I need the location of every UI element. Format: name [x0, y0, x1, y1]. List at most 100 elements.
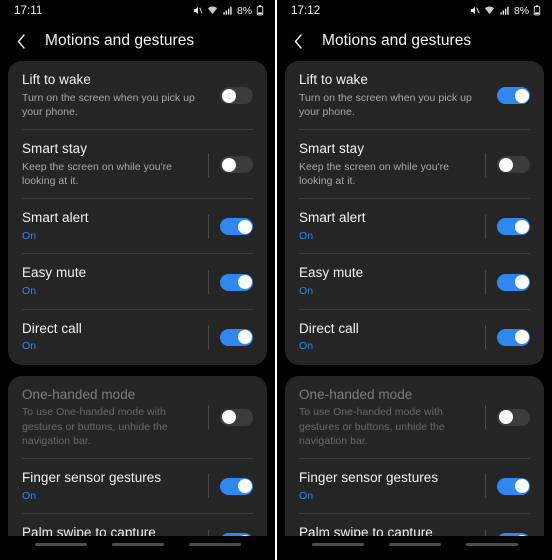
- phone-screen-1: 17:11 8% Motions and gestures Lift to wake T…: [0, 0, 275, 560]
- toggle-switch[interactable]: [497, 273, 530, 291]
- settings-row[interactable]: Direct call On: [285, 310, 544, 365]
- toggle-switch[interactable]: [220, 273, 253, 291]
- settings-row[interactable]: Smart stay Keep the screen on while you'r…: [285, 130, 544, 200]
- toggle-knob: [237, 479, 252, 494]
- row-text-block: Smart stay Keep the screen on while you'r…: [299, 141, 485, 188]
- toggle-knob: [237, 330, 252, 345]
- settings-row[interactable]: Smart alert On: [8, 199, 267, 255]
- settings-row[interactable]: Easy mute On: [8, 254, 267, 310]
- signal-icon: [499, 5, 510, 16]
- settings-row[interactable]: Easy mute On: [285, 254, 544, 310]
- toggle-zone: [485, 529, 544, 536]
- toggle-zone: [208, 325, 267, 350]
- back-arrow-icon[interactable]: [289, 30, 308, 52]
- toggle-zone: [208, 529, 267, 536]
- settings-row[interactable]: One-handed mode To use One-handed mode wi…: [8, 376, 267, 459]
- row-text-block: Palm swipe to captureOn: [299, 525, 485, 536]
- settings-row[interactable]: Direct call On: [8, 310, 267, 365]
- status-time: 17:11: [14, 4, 43, 17]
- toggle-vertical-divider: [208, 325, 209, 350]
- status-time: 17:12: [291, 4, 321, 17]
- settings-row[interactable]: Lift to wake Turn on the screen when you …: [285, 61, 544, 131]
- home-hint[interactable]: [388, 543, 441, 546]
- row-text-block: Easy mute On: [299, 265, 485, 298]
- settings-row[interactable]: Palm swipe to captureOn: [285, 514, 544, 536]
- toggle-vertical-divider: [208, 405, 209, 430]
- row-title: One-handed mode: [22, 386, 136, 402]
- toggle-vertical-divider: [485, 270, 486, 294]
- row-status-label: On: [22, 230, 37, 243]
- settings-row[interactable]: Smart alert On: [285, 199, 544, 255]
- back-hint[interactable]: [188, 543, 241, 546]
- toggle-knob: [514, 275, 529, 289]
- toggle-switch[interactable]: [497, 477, 530, 495]
- row-title: Direct call: [299, 320, 359, 336]
- settings-row[interactable]: Finger sensor gestures On: [285, 459, 544, 515]
- toggle-switch[interactable]: [220, 533, 253, 536]
- toggle-switch[interactable]: [497, 156, 530, 174]
- row-status-label: On: [22, 489, 37, 502]
- toggle-switch[interactable]: [220, 87, 253, 105]
- row-text-block: Direct call On: [299, 321, 485, 354]
- row-status-label: On: [299, 340, 314, 353]
- recents-hint[interactable]: [34, 543, 87, 546]
- home-hint[interactable]: [111, 543, 164, 546]
- toggle-vertical-divider: [208, 474, 209, 499]
- status-bar: 17:12 8%: [277, 0, 552, 21]
- screenshot-pair: 17:11 8% Motions and gestures Lift to wake T…: [0, 0, 552, 560]
- toggle-switch[interactable]: [220, 328, 253, 346]
- row-text-block: Direct call On: [22, 321, 208, 354]
- toggle-switch[interactable]: [220, 218, 253, 236]
- settings-row[interactable]: Palm swipe to captureOn: [8, 514, 267, 536]
- toggle-knob: [514, 88, 529, 103]
- row-description: To use One-handed mode with gestures or …: [22, 406, 168, 447]
- toggle-switch[interactable]: [497, 533, 530, 536]
- toggle-zone: [485, 214, 544, 239]
- toggle-knob: [498, 157, 513, 172]
- settings-row[interactable]: Lift to wake Turn on the screen when you …: [8, 61, 267, 131]
- row-title: One-handed mode: [299, 386, 413, 402]
- toggle-switch[interactable]: [220, 477, 253, 495]
- toggle-switch[interactable]: [497, 408, 530, 426]
- row-description: Keep the screen on while you're looking …: [22, 161, 173, 188]
- back-arrow-icon[interactable]: [12, 30, 31, 52]
- toggle-switch[interactable]: [497, 328, 530, 346]
- phone-screen-2: 17:12 8% Motions and gestures Lift to wake T…: [277, 0, 552, 560]
- settings-card-1: Lift to wake Turn on the screen when you …: [285, 61, 544, 365]
- row-description: Turn on the screen when you pick up your…: [22, 91, 195, 119]
- toggle-zone: [485, 84, 544, 108]
- toggle-switch[interactable]: [497, 218, 530, 236]
- back-hint[interactable]: [465, 543, 518, 546]
- row-title: Finger sensor gestures: [299, 469, 439, 485]
- row-status-label: On: [299, 230, 314, 243]
- recents-hint[interactable]: [311, 543, 364, 546]
- settings-list: Lift to wake Turn on the screen when you …: [0, 61, 275, 536]
- row-title: Easy mute: [22, 265, 87, 281]
- toggle-zone: [208, 474, 267, 499]
- row-text-block: Smart alert On: [299, 210, 485, 243]
- toggle-vertical-divider: [485, 529, 486, 536]
- toggle-vertical-divider: [485, 152, 486, 177]
- row-text-block: Finger sensor gestures On: [22, 470, 208, 503]
- row-title: Finger sensor gestures: [22, 469, 162, 485]
- status-bar: 17:11 8%: [0, 0, 275, 21]
- toggle-switch[interactable]: [220, 408, 253, 426]
- row-status-label: On: [299, 285, 314, 298]
- settings-card-1: Lift to wake Turn on the screen when you …: [8, 61, 267, 365]
- toggle-knob: [514, 534, 529, 536]
- settings-row[interactable]: Finger sensor gestures On: [8, 459, 267, 515]
- toggle-knob: [514, 330, 529, 345]
- row-status-label: On: [22, 285, 37, 298]
- row-text-block: One-handed mode To use One-handed mode wi…: [22, 387, 208, 448]
- toggle-vertical-divider: [208, 152, 209, 177]
- row-text-block: Lift to wake Turn on the screen when you …: [22, 72, 208, 119]
- settings-list: Lift to wake Turn on the screen when you …: [277, 61, 552, 536]
- settings-row[interactable]: Smart stay Keep the screen on while you'r…: [8, 130, 267, 200]
- toggle-zone: [485, 270, 544, 294]
- signal-icon: [222, 5, 233, 16]
- toggle-switch[interactable]: [220, 156, 253, 174]
- settings-row[interactable]: One-handed mode To use One-handed mode wi…: [285, 376, 544, 459]
- row-title: Smart alert: [299, 210, 366, 226]
- row-title: Smart stay: [299, 141, 365, 157]
- toggle-switch[interactable]: [497, 87, 530, 105]
